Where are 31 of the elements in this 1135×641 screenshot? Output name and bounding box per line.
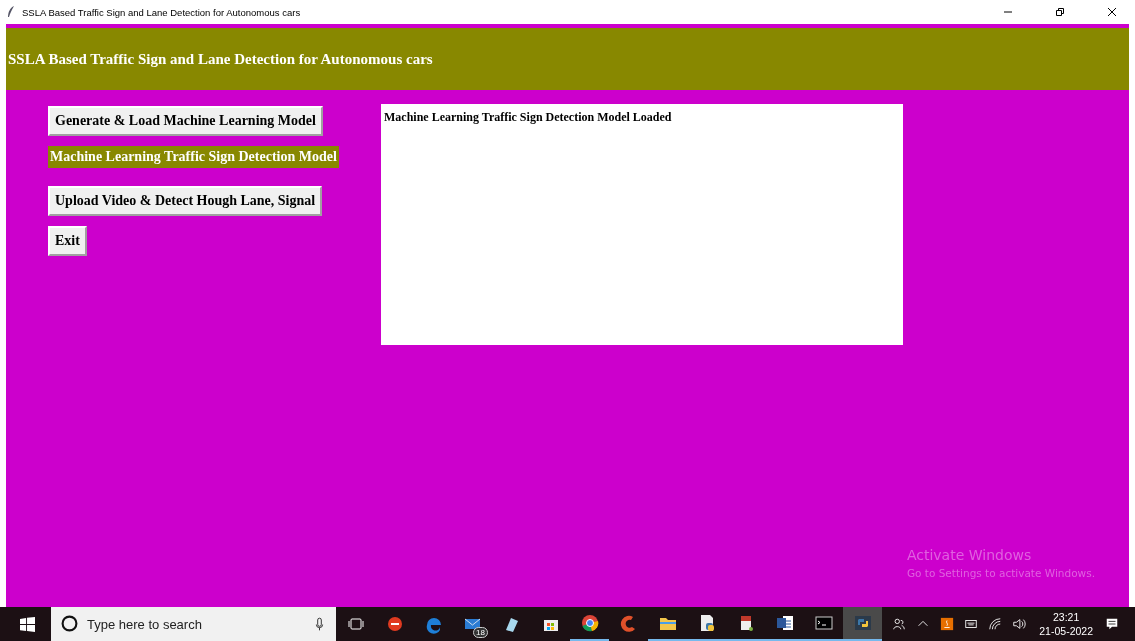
taskbar-app[interactable]: 18 xyxy=(453,607,492,641)
word-icon xyxy=(774,613,795,633)
clock-time[interactable]: 23:21 xyxy=(1053,610,1080,624)
activation-title: Activate Windows xyxy=(906,547,1033,563)
people-icon[interactable] xyxy=(892,617,907,631)
action-button[interactable]: Upload Video & Detect Hough Lane, Signal xyxy=(48,186,323,216)
chrome-icon xyxy=(579,613,600,633)
activation-hint: Go to Settings to activate Windows. xyxy=(906,567,1095,579)
volume-icon[interactable] xyxy=(1012,617,1027,631)
feather-icon xyxy=(6,5,16,19)
app-title: SSLA Based Traffic Sign and Lane Detection for Autonomous cars xyxy=(8,50,433,68)
microphone-icon[interactable] xyxy=(315,617,324,632)
output-text-area[interactable]: Machine Learning Traffic Sign Detection Model Loaded xyxy=(381,104,903,345)
clock-date[interactable]: 21-05-2022 xyxy=(1039,624,1093,638)
restore-icon[interactable] xyxy=(1055,7,1065,17)
terminal-icon xyxy=(813,613,834,633)
wifi-icon[interactable] xyxy=(988,617,1003,631)
keyboard-icon[interactable] xyxy=(964,617,979,631)
window-title: SSLA Based Traffic Sign and Lane Detection for Autonomous cars xyxy=(22,6,301,18)
status-label: Machine Learning Traffic Sign Detection Model xyxy=(48,146,339,168)
action-button[interactable]: Exit xyxy=(48,226,87,256)
close-icon[interactable] xyxy=(1107,7,1117,17)
search-field[interactable]: Type here to search xyxy=(51,607,336,641)
output-text: Machine Learning Traffic Sign Detection Model Loaded xyxy=(384,110,672,124)
action-button[interactable]: Generate & Load Machine Learning Model xyxy=(48,106,323,136)
unread-badge: 18 xyxy=(473,627,488,638)
python-icon xyxy=(852,613,873,633)
java-icon[interactable] xyxy=(940,617,955,631)
start-icon[interactable] xyxy=(20,616,35,632)
cortana-icon xyxy=(61,615,78,632)
notification-icon[interactable] xyxy=(1105,617,1119,631)
